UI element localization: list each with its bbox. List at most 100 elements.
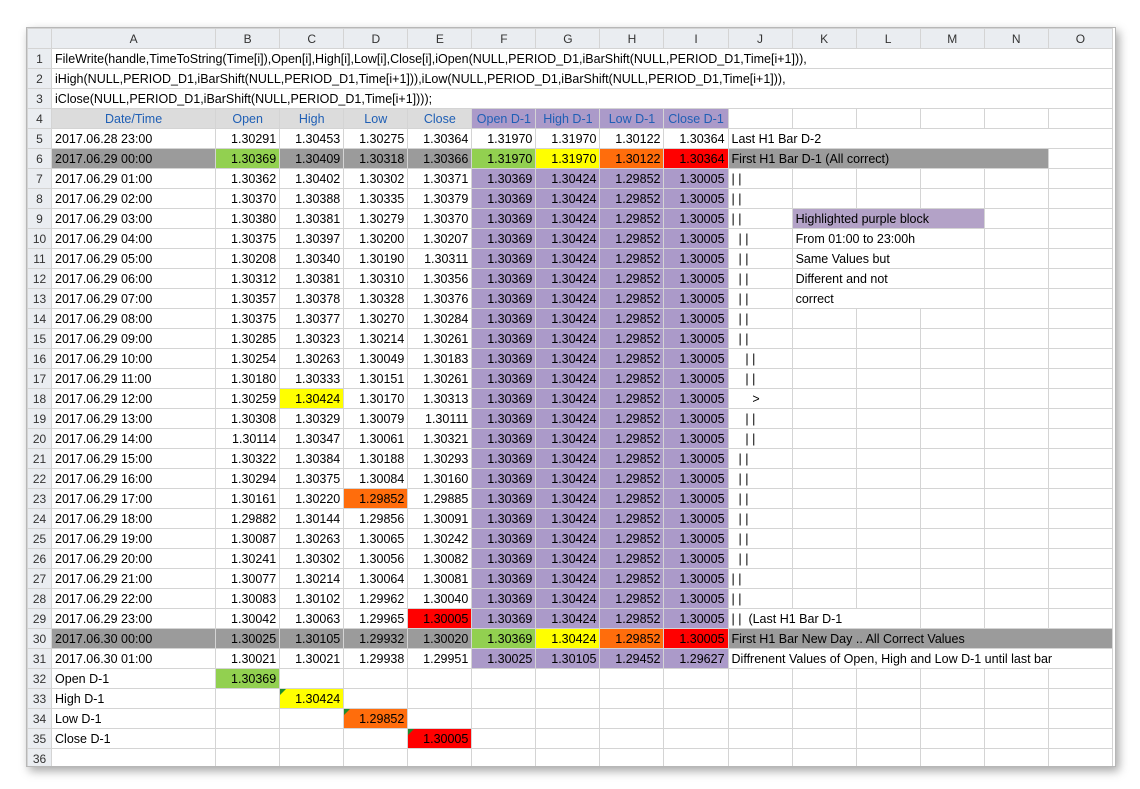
value-cell[interactable]: 1.30311 xyxy=(407,248,473,269)
value-cell[interactable]: 1.30369 xyxy=(471,388,537,409)
value-cell[interactable]: 1.29852 xyxy=(599,508,665,529)
empty-cell[interactable] xyxy=(1047,608,1114,629)
row-header-23[interactable]: 23 xyxy=(27,488,53,509)
datetime-cell[interactable]: 2017.06.29 09:00 xyxy=(51,328,217,349)
value-cell[interactable]: 1.30020 xyxy=(407,628,473,649)
empty-cell[interactable] xyxy=(919,348,985,369)
empty-cell[interactable] xyxy=(919,488,985,509)
row-header-21[interactable]: 21 xyxy=(27,448,53,469)
value-cell[interactable]: 1.30369 xyxy=(471,528,537,549)
empty-cell[interactable] xyxy=(407,688,473,709)
value-cell[interactable]: 1.30005 xyxy=(407,608,473,629)
value-cell[interactable]: 1.29627 xyxy=(663,648,729,669)
note-cell[interactable]: First H1 Bar New Day .. All Correct Valu… xyxy=(727,628,1114,649)
empty-cell[interactable] xyxy=(1047,508,1114,529)
empty-cell[interactable] xyxy=(983,568,1049,589)
value-cell[interactable]: 1.30335 xyxy=(343,188,409,209)
empty-cell[interactable] xyxy=(919,188,985,209)
note-cell[interactable]: | | xyxy=(727,588,793,609)
value-cell[interactable]: 1.30424 xyxy=(535,408,601,429)
empty-cell[interactable] xyxy=(791,708,857,729)
value-cell[interactable]: 1.30369 xyxy=(471,508,537,529)
column-title-cell[interactable]: Close D-1 xyxy=(663,108,729,129)
row-header-14[interactable]: 14 xyxy=(27,308,53,329)
value-cell[interactable]: 1.30347 xyxy=(279,428,345,449)
empty-cell[interactable] xyxy=(983,388,1049,409)
column-header-a[interactable]: A xyxy=(51,28,217,49)
empty-cell[interactable] xyxy=(919,748,985,766)
value-cell[interactable]: 1.30291 xyxy=(215,128,281,149)
value-cell[interactable]: 1.30005 xyxy=(663,188,729,209)
row-header-3[interactable]: 3 xyxy=(27,88,53,109)
note-cell[interactable]: | | xyxy=(727,208,793,229)
value-cell[interactable]: 1.29852 xyxy=(599,428,665,449)
empty-cell[interactable] xyxy=(919,668,985,689)
empty-cell[interactable] xyxy=(343,668,409,689)
value-cell[interactable]: 1.30424 xyxy=(535,608,601,629)
value-cell[interactable]: 1.30005 xyxy=(663,448,729,469)
value-cell[interactable]: 1.30364 xyxy=(407,128,473,149)
value-cell[interactable]: 1.30279 xyxy=(343,208,409,229)
empty-cell[interactable] xyxy=(919,688,985,709)
value-cell[interactable]: 1.30424 xyxy=(535,348,601,369)
empty-cell[interactable] xyxy=(791,448,857,469)
column-title-cell[interactable]: Close xyxy=(407,108,473,129)
note-cell[interactable]: | | xyxy=(727,268,793,289)
value-cell[interactable]: 1.30369 xyxy=(471,248,537,269)
value-cell[interactable]: 1.30275 xyxy=(343,128,409,149)
summary-value-cell[interactable]: 1.30369 xyxy=(215,668,281,689)
row-header-5[interactable]: 5 xyxy=(27,128,53,149)
empty-cell[interactable] xyxy=(919,368,985,389)
empty-cell[interactable] xyxy=(791,468,857,489)
note-cell[interactable]: > xyxy=(727,388,793,409)
empty-cell[interactable] xyxy=(1047,568,1114,589)
empty-cell[interactable] xyxy=(855,528,921,549)
value-cell[interactable]: 1.30378 xyxy=(279,288,345,309)
datetime-cell[interactable]: 2017.06.29 10:00 xyxy=(51,348,217,369)
value-cell[interactable]: 1.30220 xyxy=(279,488,345,509)
empty-cell[interactable] xyxy=(855,668,921,689)
value-cell[interactable]: 1.30063 xyxy=(279,608,345,629)
value-cell[interactable]: 1.30424 xyxy=(535,308,601,329)
value-cell[interactable]: 1.30369 xyxy=(471,428,537,449)
value-cell[interactable]: 1.30082 xyxy=(407,548,473,569)
value-cell[interactable]: 1.30424 xyxy=(535,368,601,389)
row-header-4[interactable]: 4 xyxy=(27,108,53,129)
value-cell[interactable]: 1.30079 xyxy=(343,408,409,429)
empty-cell[interactable] xyxy=(1047,668,1114,689)
empty-cell[interactable] xyxy=(855,328,921,349)
value-cell[interactable]: 1.31970 xyxy=(535,148,601,169)
datetime-cell[interactable]: 2017.06.29 23:00 xyxy=(51,608,217,629)
value-cell[interactable]: 1.29852 xyxy=(599,488,665,509)
empty-cell[interactable] xyxy=(919,568,985,589)
datetime-cell[interactable]: 2017.06.29 16:00 xyxy=(51,468,217,489)
empty-cell[interactable] xyxy=(791,348,857,369)
value-cell[interactable]: 1.30381 xyxy=(279,208,345,229)
annotation-cell[interactable]: Same Values but xyxy=(791,248,985,269)
value-cell[interactable]: 1.30323 xyxy=(279,328,345,349)
empty-cell[interactable] xyxy=(983,168,1049,189)
column-header-d[interactable]: D xyxy=(343,28,409,49)
empty-cell[interactable] xyxy=(855,548,921,569)
value-cell[interactable]: 1.30312 xyxy=(215,268,281,289)
empty-cell[interactable] xyxy=(855,188,921,209)
value-cell[interactable]: 1.30180 xyxy=(215,368,281,389)
value-cell[interactable]: 1.30369 xyxy=(471,328,537,349)
empty-cell[interactable] xyxy=(919,328,985,349)
row-header-31[interactable]: 31 xyxy=(27,648,53,669)
value-cell[interactable]: 1.30369 xyxy=(471,288,537,309)
value-cell[interactable]: 1.29852 xyxy=(599,548,665,569)
value-cell[interactable]: 1.30369 xyxy=(471,348,537,369)
empty-cell[interactable] xyxy=(855,448,921,469)
row-header-13[interactable]: 13 xyxy=(27,288,53,309)
value-cell[interactable]: 1.30208 xyxy=(215,248,281,269)
datetime-cell[interactable]: 2017.06.29 17:00 xyxy=(51,488,217,509)
value-cell[interactable]: 1.30369 xyxy=(471,268,537,289)
empty-cell[interactable] xyxy=(855,708,921,729)
empty-cell[interactable] xyxy=(855,508,921,529)
column-header-b[interactable]: B xyxy=(215,28,281,49)
empty-cell[interactable] xyxy=(983,708,1049,729)
value-cell[interactable]: 1.30356 xyxy=(407,268,473,289)
empty-cell[interactable] xyxy=(727,688,793,709)
value-cell[interactable]: 1.30322 xyxy=(215,448,281,469)
